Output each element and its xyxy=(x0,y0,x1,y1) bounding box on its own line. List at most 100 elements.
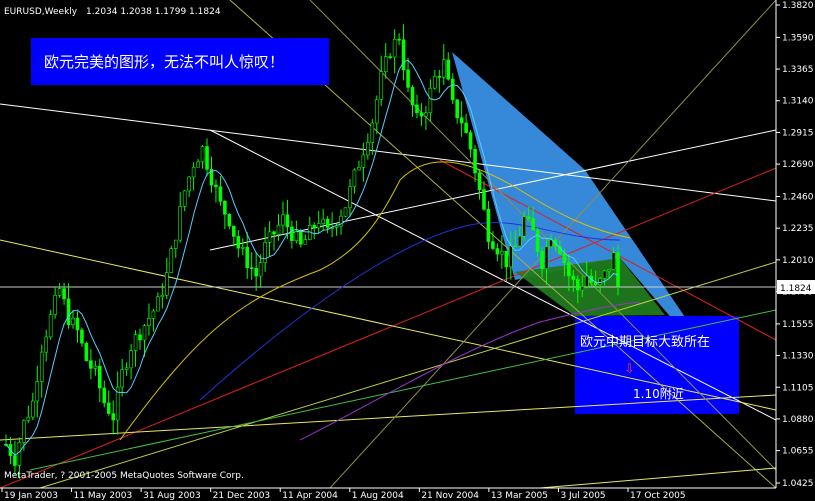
candle-body xyxy=(504,251,509,268)
candle-body xyxy=(214,184,218,188)
candle-body xyxy=(142,325,147,341)
symbol-label: EURUSD,Weekly xyxy=(4,7,78,17)
candle-body xyxy=(446,59,451,80)
time-tick-label: 11 May 2003 xyxy=(74,491,133,501)
candle-body xyxy=(415,104,419,113)
candle-body xyxy=(66,298,71,325)
candle-body xyxy=(598,278,602,285)
candle-body xyxy=(544,246,549,270)
candle-body xyxy=(17,441,22,466)
candle-body xyxy=(106,402,111,414)
candle-body xyxy=(62,288,66,300)
candle-body xyxy=(254,268,258,277)
candle-body xyxy=(80,329,84,344)
candle-body xyxy=(218,186,223,202)
price-tick-label: 1.3365 xyxy=(782,65,814,75)
candle-body xyxy=(437,76,442,78)
candle-body xyxy=(129,350,133,369)
trend-line-yellow-bottom xyxy=(539,467,776,488)
candle-body xyxy=(151,310,156,319)
candle-body xyxy=(26,416,31,421)
candle-body xyxy=(459,117,464,124)
candle-body xyxy=(575,279,580,291)
candle-body xyxy=(325,218,330,228)
candle-body xyxy=(44,336,49,353)
candle-body xyxy=(366,142,370,156)
candle-body xyxy=(223,200,227,215)
time-tick-label: 1 Aug 2004 xyxy=(352,491,404,501)
candle-body xyxy=(258,262,263,277)
candle-body xyxy=(343,207,348,217)
price-tick-label: 1.3590 xyxy=(782,33,814,43)
time-tick-label: 21 Dec 2003 xyxy=(213,491,271,501)
candle-body xyxy=(245,247,250,268)
candle-body xyxy=(111,413,116,421)
time-tick-label: 31 Aug 2003 xyxy=(143,491,201,501)
candle-body xyxy=(93,365,98,369)
candle-body xyxy=(419,112,424,117)
candle-body xyxy=(48,314,53,338)
trend-line-olive-diag xyxy=(309,0,776,471)
candle-body xyxy=(205,146,209,170)
candle-body xyxy=(276,224,281,235)
time-tick-label: 11 Apr 2004 xyxy=(282,491,338,501)
candle-body xyxy=(464,122,468,133)
candle-body xyxy=(535,229,540,252)
price-tick-label: 1.2010 xyxy=(782,256,814,266)
price-tick-label: 1.2460 xyxy=(782,192,814,202)
candle-body xyxy=(428,87,433,114)
price-tick-label: 1.0880 xyxy=(782,415,814,425)
price-chart: 欧元完美的图形，无法不叫人惊叹！ 欧元中期目标大致所在 ⇩ 1.10附近 EUR… xyxy=(0,0,815,501)
candle-body xyxy=(98,365,102,389)
price-tick-label: 1.2690 xyxy=(782,160,814,170)
candle-body xyxy=(156,296,160,312)
candle-body xyxy=(84,342,89,361)
price-tick-label: 1.3140 xyxy=(782,97,814,107)
price-tick-label: 1.1105 xyxy=(782,383,814,393)
candle-body xyxy=(486,208,491,242)
candle-body xyxy=(374,99,379,124)
candle-body xyxy=(321,218,325,224)
candle-body xyxy=(147,318,151,326)
candle-body xyxy=(75,317,80,331)
candle-body xyxy=(379,71,384,100)
candle-body xyxy=(165,272,169,296)
candle-body xyxy=(450,78,455,101)
price-tick-label: 1.1555 xyxy=(782,320,814,330)
candle-body xyxy=(468,132,473,150)
candle-body xyxy=(240,247,245,249)
candle-body xyxy=(173,239,178,249)
candle-body xyxy=(191,166,196,178)
candle-body xyxy=(357,167,361,171)
candle-body xyxy=(124,367,129,371)
candle-body xyxy=(580,286,585,291)
candle-body xyxy=(22,420,26,443)
candle-body xyxy=(495,248,500,255)
trend-line-white-top xyxy=(0,103,776,202)
price-tick-label: 1.0655 xyxy=(782,447,814,457)
candle-body xyxy=(392,38,397,58)
candle-body xyxy=(517,236,522,247)
time-tick-label: 19 Jan 2003 xyxy=(4,491,58,501)
candle-body xyxy=(169,248,174,273)
candle-body xyxy=(187,176,191,192)
candle-body xyxy=(531,218,535,231)
candle-body xyxy=(473,148,477,174)
candle-body xyxy=(236,236,241,249)
candle-body xyxy=(285,214,290,228)
candle-body xyxy=(267,231,272,243)
time-tick-label: 3 Jul 2005 xyxy=(560,491,605,501)
candle-body xyxy=(508,245,513,268)
time-axis: 19 Jan 2003 11 May 2003 31 Aug 2003 21 Dec … xyxy=(1,488,686,501)
target-level-text: 1.10附近 xyxy=(633,387,684,401)
candle-body xyxy=(513,245,518,248)
candle-body xyxy=(71,317,75,325)
trend-line-olive-rise xyxy=(329,0,776,488)
copyright-label: MetaTrader, ? 2001-2005 MetaQuotes Softw… xyxy=(4,471,244,481)
candle-body xyxy=(290,226,294,241)
target-text: 欧元中期目标大致所在 xyxy=(580,335,710,350)
candle-body xyxy=(401,39,406,71)
candle-body xyxy=(455,99,459,119)
candle-body xyxy=(272,231,276,235)
price-tick-label: 1.2235 xyxy=(782,224,814,234)
